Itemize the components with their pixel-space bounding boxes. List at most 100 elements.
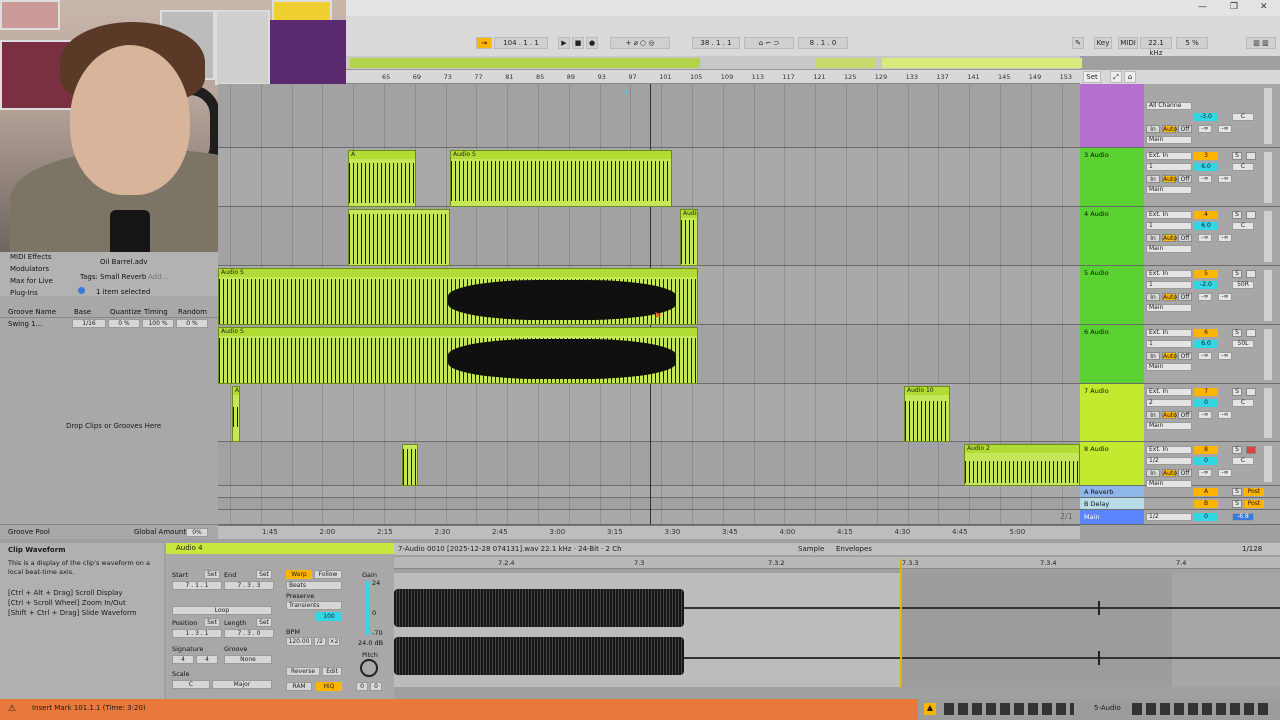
input-type-select[interactable]: Ext. In [1146,446,1192,454]
send-b[interactable]: -∞ [1218,352,1232,360]
return-activator[interactable]: B [1194,500,1218,508]
track-header[interactable]: 4 Audio Ext. In 1 In Auto Off Main 4 6.0 -∞ -∞ C S [1080,207,1280,266]
input-channel-select[interactable]: 1 [1146,222,1192,230]
pan-field[interactable]: 50R [1232,281,1254,289]
clip-t8a[interactable] [402,444,418,486]
return-activator[interactable]: A [1194,488,1218,496]
clip-end-field[interactable]: 7 . 3 . 3 [224,581,274,590]
volume-field[interactable]: 6.0 [1194,340,1218,348]
output-select[interactable]: Main [1146,136,1192,144]
tag-small-reverb[interactable]: Small Reverb [100,273,146,281]
monitor-in-button[interactable]: In [1146,234,1160,242]
send-b[interactable]: -∞ [1218,469,1232,477]
device-overview[interactable] [1132,703,1272,715]
tag-add[interactable]: Add... [148,273,168,281]
monitor-off-button[interactable]: Off [1178,411,1192,419]
input-type-select[interactable]: Ext. In [1146,152,1192,160]
monitor-off-button[interactable]: Off [1178,234,1192,242]
arrangement-overview[interactable] [346,56,1082,70]
close-icon[interactable]: ✕ [1260,2,1268,12]
track-lane[interactable] [218,384,1080,442]
solo-button[interactable]: S [1232,388,1242,396]
monitor-auto-button[interactable]: Auto [1162,411,1177,419]
track-name[interactable] [1080,84,1144,147]
track-lane[interactable] [218,84,1080,148]
track-activator[interactable]: 7 [1194,388,1218,396]
track-header[interactable]: 8 Audio Ext. In 1/2 In Auto Off Main 8 0 -∞ -∞ C S [1080,442,1280,488]
grid-resolution[interactable]: 1/128 [1242,545,1262,553]
return-track-name[interactable]: B Delay [1080,498,1144,509]
send-b[interactable]: -∞ [1218,234,1232,242]
solo-button[interactable]: S [1232,270,1242,278]
loop-length[interactable]: 8 . 1 . 0 [798,37,848,49]
edit-button[interactable]: Edit [322,667,342,676]
main-pan-field[interactable]: -6.8 [1232,513,1254,521]
input-type-select[interactable]: Ext. In [1146,329,1192,337]
clip-t3a[interactable]: A [348,150,416,207]
track-header[interactable]: All Channe In Auto Off Main -3.0 -∞ -∞ C [1080,84,1280,148]
main-track-header[interactable]: Main 1/2 0 -6.8 [1080,510,1280,525]
post-button[interactable]: Post [1244,500,1264,508]
send-b[interactable]: -∞ [1218,411,1232,419]
clip-position-field[interactable]: 1 . 3 . 1 [172,629,222,638]
category-max-for-live[interactable]: Max for Live [10,277,53,285]
pencil-icon[interactable]: ✎ [1072,37,1084,49]
track-activator[interactable]: 6 [1194,329,1218,337]
pitch-cents[interactable]: 0 [370,682,382,691]
signature-denominator[interactable]: 4 [196,655,218,664]
track-name[interactable]: 7 Audio [1080,384,1144,441]
mixer-overview[interactable] [944,703,1074,715]
monitor-auto-button[interactable]: Auto [1162,175,1177,183]
arm-button[interactable] [1246,446,1256,454]
pan-field[interactable]: C [1232,222,1254,230]
groove-row[interactable]: Swing 1... 1/16 0 % 100 % 0 % [0,318,218,329]
return-track-name[interactable]: A Reverb [1080,486,1144,497]
solo-button[interactable]: S [1232,329,1242,337]
clip-start-field[interactable]: 7 . 1 . 1 [172,581,222,590]
loop-start[interactable]: 38 . 1 . 1 [692,37,740,49]
send-a[interactable]: -∞ [1198,469,1212,477]
monitor-off-button[interactable]: Off [1178,293,1192,301]
pan-field[interactable]: C [1232,457,1254,465]
punch-tools[interactable]: ⌂ ⌐ ⊃ [744,37,794,49]
pitch-semitones[interactable]: 0 [356,682,368,691]
clip-name[interactable]: Audio 4 [176,544,203,552]
input-channel-select[interactable]: 1 [1146,340,1192,348]
time-ruler[interactable]: 1:45 2:00 2:15 2:30 2:45 3:00 3:15 3:30 3:45 4:00… [218,525,1080,539]
send-a[interactable]: -∞ [1198,234,1212,242]
output-select[interactable]: Main [1146,304,1192,312]
volume-field[interactable]: -3.0 [1194,113,1218,121]
arm-button[interactable] [1246,211,1256,219]
solo-button[interactable]: S [1232,211,1242,219]
volume-field[interactable]: 0 [1194,399,1218,407]
tab-sample[interactable]: Sample [798,545,824,553]
selected-preset[interactable]: Oil Barrel.adv [100,258,148,266]
ram-button[interactable]: RAM [286,682,312,691]
return-track-header[interactable]: B Delay B S Post [1080,498,1280,510]
track-lane[interactable] [218,510,1080,525]
input-type-select[interactable]: All Channe [1146,102,1192,110]
warp-marker[interactable] [900,559,902,687]
alert-icon[interactable]: ▲ [924,703,936,715]
scale-root-select[interactable]: C [172,680,210,689]
output-select[interactable]: Main [1146,422,1192,430]
double-tempo-button[interactable]: ×2 [328,637,340,646]
half-tempo-button[interactable]: /2 [314,637,326,646]
bpm-field[interactable]: 120.00 [286,637,312,646]
category-modulators[interactable]: Modulators [10,265,49,273]
category-midi-effects[interactable]: MIDI Effects [10,253,52,261]
track-name[interactable]: 3 Audio [1080,148,1144,206]
key-map-button[interactable]: Key [1094,37,1112,49]
play-icon[interactable]: ▶ [558,37,570,49]
pan-field[interactable]: C [1232,113,1254,121]
pitch-knob[interactable] [360,659,378,677]
track-name[interactable]: 5 Audio [1080,266,1144,324]
arm-button[interactable] [1246,270,1256,278]
midi-map-button[interactable]: MIDI [1118,37,1138,49]
lock-icon[interactable]: ⌂ [1124,71,1136,83]
output-select[interactable]: Main [1146,186,1192,194]
sample-waveform[interactable] [394,559,1280,687]
main-volume-field[interactable]: 0 [1194,513,1218,521]
track-name[interactable]: 4 Audio [1080,207,1144,265]
track-activator[interactable]: 5 [1194,270,1218,278]
